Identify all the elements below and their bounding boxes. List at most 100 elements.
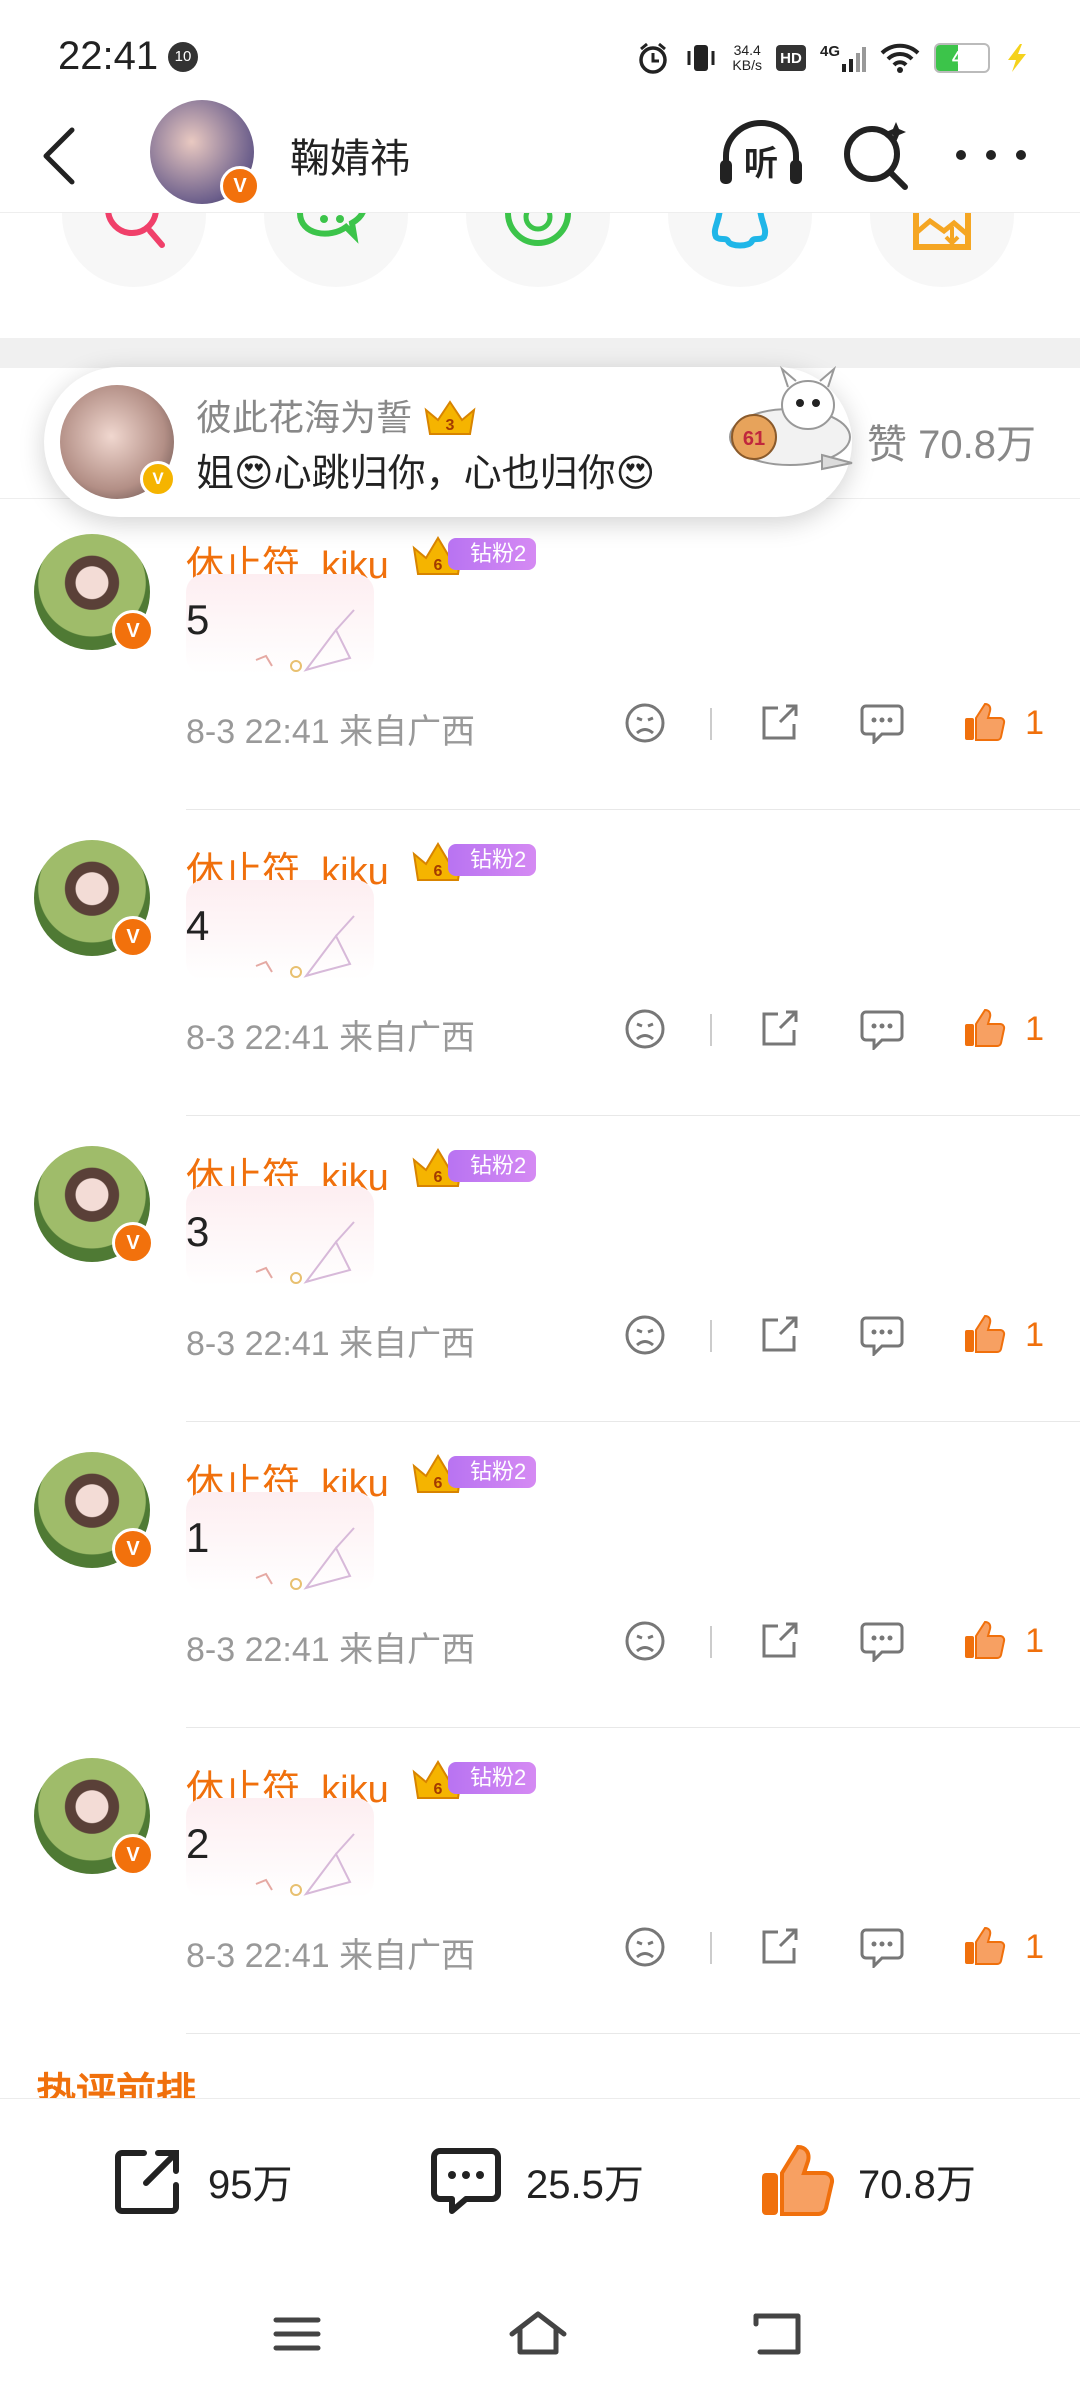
dot-icon [1016, 150, 1026, 160]
dislike-button[interactable] [624, 1926, 666, 1973]
action-divider [710, 1626, 712, 1658]
listen-label: 听 [744, 145, 778, 183]
comment-action[interactable]: 25.5万 [428, 2141, 644, 2221]
verified-badge-icon: V [112, 1834, 154, 1876]
home-nav-button[interactable] [508, 2310, 568, 2361]
verified-badge-icon: V [220, 166, 260, 206]
thumbs-up-icon [965, 1926, 1006, 1965]
popup-message: 姐😍心跳归你，心也归你😍 [196, 453, 656, 495]
like-button[interactable] [962, 700, 1006, 749]
status-bar: 22:41 10 34.4 KB/s HD 4G 43 [0, 0, 1080, 100]
like-summary-text: 赞 70.8万 [867, 423, 1036, 467]
svg-text:6: 6 [434, 1475, 443, 1492]
share-save-button[interactable] [870, 213, 1014, 287]
more-button[interactable] [956, 130, 1026, 180]
like-button[interactable] [962, 1618, 1006, 1667]
share-icon [762, 704, 798, 740]
commenter-avatar[interactable]: V [34, 534, 154, 652]
home-icon [509, 2311, 567, 2355]
repost-button[interactable] [758, 1314, 800, 1361]
commenter-avatar[interactable]: V [34, 1452, 154, 1570]
comment-bubble-decoration [186, 1492, 374, 1592]
comment-actions: 1 [624, 1314, 1044, 1358]
comment-actions: 1 [624, 1620, 1044, 1664]
share-wechat-button[interactable] [264, 213, 408, 287]
repost-button[interactable] [758, 702, 800, 749]
comment-text: 1 [186, 1514, 210, 1561]
listen-button[interactable]: 听 [716, 116, 806, 192]
menu-icon [273, 2317, 321, 2351]
repost-button[interactable] [758, 1620, 800, 1667]
search-button[interactable] [838, 116, 918, 192]
comment-item: V 休止符_kiku 6 钻粉2 1 8-3 22:41 来自广西 1 [0, 1422, 1080, 1728]
like-button[interactable] [962, 1924, 1006, 1973]
qq-icon [711, 213, 769, 249]
comment-text: 3 [186, 1208, 210, 1255]
author-avatar[interactable]: V [150, 100, 260, 206]
comment-meta: 8-3 22:41 来自广西 [186, 1019, 476, 1057]
repost-action[interactable]: 95万 [110, 2141, 293, 2221]
share-search-button[interactable] [62, 213, 206, 287]
svg-text:6: 6 [434, 1169, 443, 1186]
back-button[interactable] [30, 118, 90, 194]
thumbs-up-icon [965, 1008, 1006, 1047]
like-button[interactable] [962, 1312, 1006, 1361]
sad-face-icon [625, 703, 665, 743]
verified-badge-icon: V [112, 610, 154, 652]
share-icon [762, 1928, 798, 1964]
fan-level-badge[interactable]: 6 钻粉2 [410, 1146, 537, 1187]
save-image-icon [913, 213, 971, 250]
battery-icon: 43 [934, 43, 990, 73]
like-button[interactable] [962, 1006, 1006, 1055]
reply-button[interactable] [860, 1314, 904, 1361]
commenter-avatar[interactable]: V [34, 1146, 154, 1264]
sad-face-icon [625, 1927, 665, 1967]
fan-level-badge[interactable]: 6 钻粉2 [410, 1452, 537, 1493]
comment-item: V 休止符_kiku 6 钻粉2 3 8-3 22:41 来自广西 1 [0, 1116, 1080, 1422]
dislike-button[interactable] [624, 1008, 666, 1055]
reply-button[interactable] [860, 1926, 904, 1973]
hd-icon: HD [776, 45, 806, 71]
back-nav-button[interactable] [752, 2312, 802, 2361]
repost-button[interactable] [758, 1008, 800, 1055]
like-action[interactable]: 70.8万 [756, 2141, 976, 2221]
fan-level-badge[interactable]: 6 钻粉2 [410, 840, 537, 881]
share-moments-button[interactable] [466, 213, 610, 287]
comment-divider [186, 2033, 1080, 2034]
svg-text:3: 3 [446, 417, 455, 434]
reply-button[interactable] [860, 702, 904, 749]
share-qq-button[interactable] [668, 213, 812, 287]
share-icon [115, 2150, 179, 2214]
author-name[interactable]: 鞠婧祎 [290, 126, 410, 184]
commenter-avatar[interactable]: V [34, 1758, 154, 1876]
fan-level-badge[interactable]: 6 钻粉2 [410, 534, 537, 575]
comment-meta: 8-3 22:41 来自广西 [186, 1631, 476, 1669]
section-separator [0, 338, 1080, 368]
dislike-button[interactable] [624, 702, 666, 749]
share-icon [762, 1010, 798, 1046]
live-message-popup[interactable]: V 彼此花海为誓 3 姐😍心跳归你，心也归你😍 61 [44, 365, 853, 517]
repost-button[interactable] [758, 1926, 800, 1973]
paper-crane-icon [255, 915, 355, 978]
fan-level-badge[interactable]: 6 钻粉2 [410, 1758, 537, 1799]
share-icon [762, 1316, 798, 1352]
menu-nav-button[interactable] [272, 2314, 322, 2359]
dislike-button[interactable] [624, 1314, 666, 1361]
comment-bubble-decoration [186, 1798, 374, 1898]
comment-actions: 1 [624, 702, 1044, 746]
dislike-button[interactable] [624, 1620, 666, 1667]
thumbs-up-icon [965, 1620, 1006, 1659]
comment-bubble-decoration [186, 574, 374, 674]
comment-text: 2 [186, 1820, 210, 1867]
dot-icon [956, 150, 966, 160]
bottom-action-bar: 95万 25.5万 70.8万 [0, 2098, 1080, 2279]
sad-face-icon [625, 1009, 665, 1049]
reply-button[interactable] [860, 1620, 904, 1667]
commenter-avatar[interactable]: V [34, 840, 154, 958]
charging-icon [1004, 42, 1030, 74]
reply-button[interactable] [860, 1008, 904, 1055]
top-header: V 鞠婧祎 听 [0, 100, 1080, 213]
action-divider [710, 708, 712, 740]
status-icons: 34.4 KB/s HD 4G 43 [636, 38, 1030, 78]
verified-badge-icon: V [112, 916, 154, 958]
